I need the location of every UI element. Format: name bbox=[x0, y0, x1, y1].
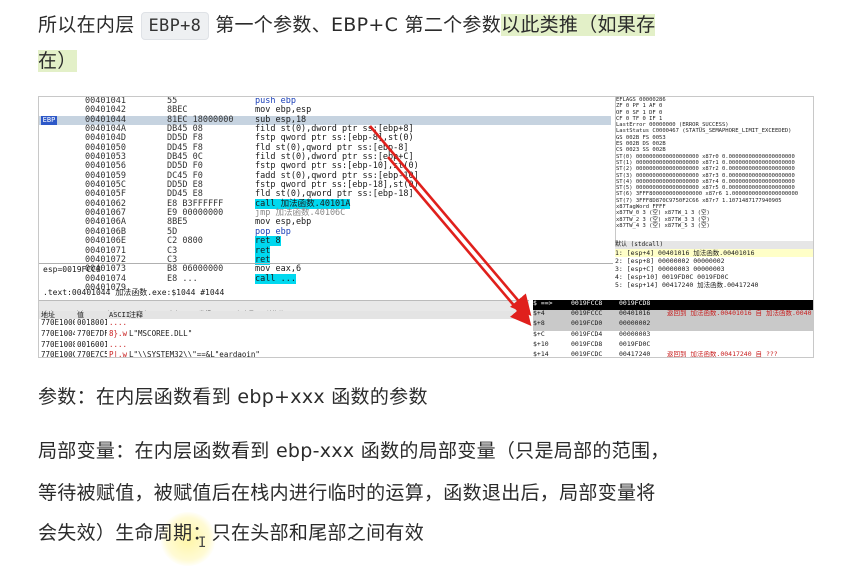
text-cursor-icon: I bbox=[198, 535, 207, 551]
paragraph-3-line3: 会失效）生命周期：只在头部和尾部之间有效 bbox=[38, 522, 425, 544]
arrow-ebpc bbox=[387, 156, 532, 326]
paragraph-2: 参数：在内层函数看到 ebp+xxx 函数的参数 bbox=[38, 386, 428, 408]
paragraph-3-line1: 局部变量：在内层函数看到 ebp-xxx 函数的局部变量（只是局部的范围， bbox=[38, 440, 670, 462]
paragraph-3-line2: 等待被赋值，被赋值后在栈内进行临时的运算，函数退出后，局部变量将 bbox=[38, 482, 656, 504]
arrow-ebp8 bbox=[369, 125, 532, 316]
